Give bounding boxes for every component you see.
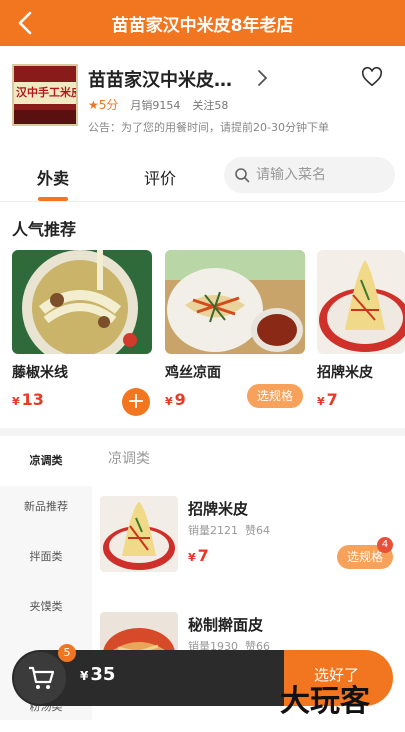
heart-icon[interactable] — [361, 66, 383, 88]
dish-sales: 销量2121 赞64 — [188, 524, 270, 537]
app-header: 苗苗家汉中米皮8年老店 — [0, 0, 405, 46]
tab-bar: 外卖 评价 — [0, 150, 405, 202]
category-item-mixed-noodles[interactable]: 拌面类 — [0, 532, 92, 582]
shop-rating: ★5分 — [88, 96, 118, 113]
monthly-sales: 月销9154 — [130, 98, 181, 112]
dish-name: 鸡丝凉面 — [165, 365, 221, 381]
shop-stats: ★5分 月销9154 关注58 — [88, 96, 228, 113]
select-spec-button[interactable]: 选规格 — [247, 384, 304, 408]
cart-total: ¥35 — [80, 664, 116, 685]
cart-count-badge: 5 — [58, 644, 76, 662]
category-header: 凉调类 — [108, 451, 150, 467]
page-title: 苗苗家汉中米皮8年老店 — [111, 15, 294, 36]
watermark: 大玩客 — [280, 684, 370, 719]
category-item-buns[interactable]: 夹馍类 — [0, 582, 92, 632]
quantity-badge: 4 — [377, 537, 393, 553]
shop-notice: 公告：为了您的用餐时间，请提前20-30分钟下单 — [88, 121, 329, 134]
dish-price: ¥9 — [165, 390, 186, 409]
category-item-new[interactable]: 新品推荐 — [0, 482, 92, 532]
dish-name: 藤椒米线 — [12, 365, 68, 381]
dish-image — [317, 250, 405, 354]
dish-name: 招牌米皮 — [188, 500, 249, 518]
category-item-cold[interactable]: 凉调类 — [0, 436, 92, 486]
back-arrow-icon[interactable] — [14, 9, 38, 37]
cart-button[interactable] — [14, 652, 66, 704]
search-icon — [235, 168, 250, 183]
popular-section-title: 人气推荐 — [12, 220, 77, 239]
followers-count: 关注58 — [192, 98, 229, 112]
shop-logo: 汉中手工米皮 — [12, 64, 78, 126]
tab-reviews[interactable]: 评价 — [144, 165, 176, 189]
chevron-right-icon[interactable] — [256, 68, 268, 88]
search-input[interactable] — [256, 167, 386, 183]
add-to-cart-button[interactable]: + — [122, 388, 150, 416]
dish-image — [165, 250, 305, 354]
dish-thumbnail — [100, 496, 178, 572]
shop-name[interactable]: 苗苗家汉中米皮… — [88, 66, 232, 92]
dish-price: ¥7 — [317, 390, 338, 409]
tab-takeout[interactable]: 外卖 — [37, 165, 69, 189]
rating-value: 5分 — [98, 98, 119, 112]
star-icon: ★ — [88, 98, 99, 112]
dish-image — [12, 250, 152, 354]
active-tab-indicator — [38, 197, 68, 201]
section-divider — [0, 428, 405, 436]
dish-name: 秘制擀面皮 — [188, 616, 264, 634]
popular-item[interactable]: 招牌米皮 ¥7 — [317, 250, 405, 409]
dish-price: ¥7 — [188, 546, 209, 565]
search-box[interactable] — [224, 157, 395, 193]
shop-logo-sign: 汉中手工米皮 — [14, 82, 76, 104]
dish-name: 招牌米皮 — [317, 365, 373, 381]
dish-price: ¥13 — [12, 390, 44, 409]
shopping-cart-icon — [29, 666, 54, 689]
shop-info: 汉中手工米皮 苗苗家汉中米皮… ★5分 月销9154 关注58 公告：为了您的用… — [0, 46, 405, 146]
popular-item[interactable]: 藤椒米线 ¥13 — [12, 250, 152, 409]
popular-item[interactable]: 鸡丝凉面 ¥9 — [165, 250, 305, 409]
cart-summary[interactable]: 5 ¥35 — [12, 644, 286, 706]
dish-row[interactable]: 招牌米皮 销量2121 赞64 ¥7 — [100, 496, 405, 592]
